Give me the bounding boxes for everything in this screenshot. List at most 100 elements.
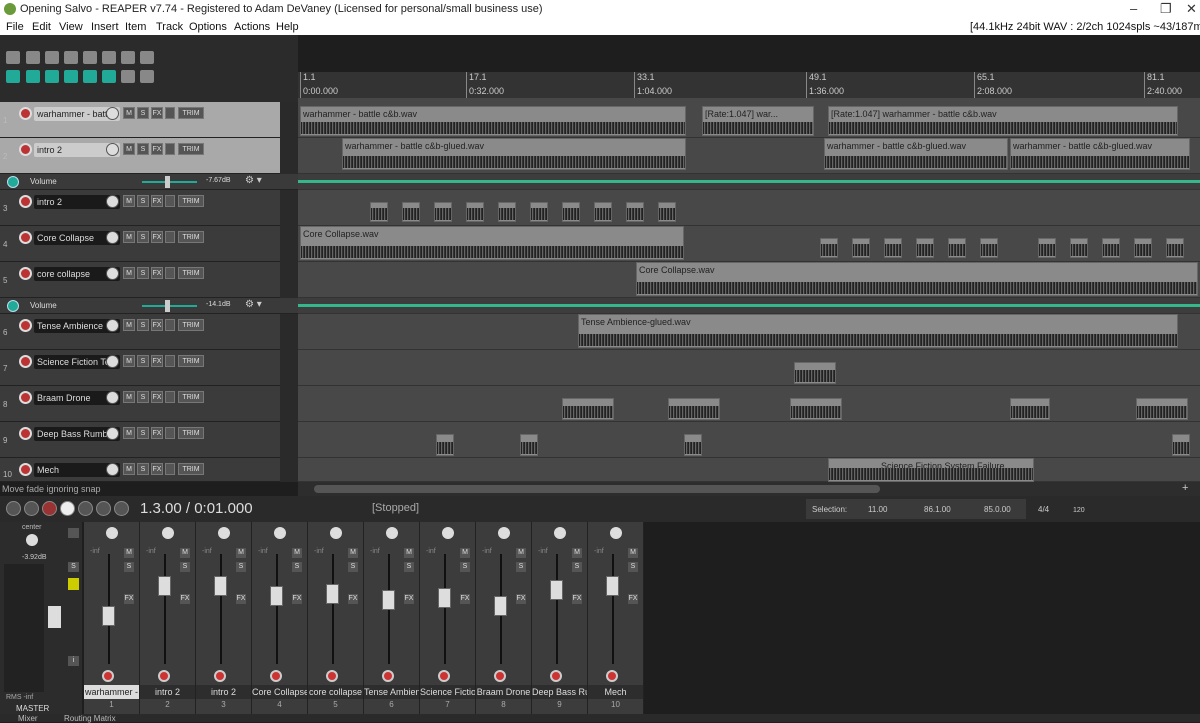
master-pan-knob[interactable] xyxy=(26,534,38,546)
media-item[interactable] xyxy=(916,238,934,258)
mute-button[interactable]: M xyxy=(460,548,470,558)
media-item[interactable] xyxy=(520,434,538,456)
new-project-icon[interactable] xyxy=(6,51,20,64)
menu-insert[interactable]: Insert xyxy=(91,21,119,33)
media-item[interactable]: warhammer - battle c&b-glued.wav xyxy=(1010,138,1190,170)
track-lane-10[interactable]: Science Fiction System Failure... xyxy=(298,458,1200,482)
pan-knob[interactable] xyxy=(498,527,510,539)
media-item[interactable] xyxy=(1070,238,1088,258)
fx-button[interactable]: FX xyxy=(572,594,582,604)
fader-handle[interactable] xyxy=(270,586,283,606)
media-item[interactable] xyxy=(1166,238,1184,258)
fader-handle[interactable] xyxy=(494,596,507,616)
open-project-icon[interactable] xyxy=(26,51,40,64)
record-arm-button[interactable] xyxy=(102,670,114,682)
media-item[interactable]: warhammer - battle c&b-glued.wav xyxy=(342,138,686,170)
solo-button[interactable]: S xyxy=(137,319,149,331)
mixer-strip-6[interactable]: -inf M S FX Tense Ambien 6 xyxy=(364,522,420,714)
rewind-icon[interactable] xyxy=(24,501,39,516)
solo-button[interactable]: S xyxy=(137,463,149,475)
mixer-strip-4[interactable]: -inf M S FX Core Collapse 4 xyxy=(252,522,308,714)
media-item[interactable]: Core Collapse.wav xyxy=(636,262,1198,296)
fx-button[interactable]: FX xyxy=(404,594,414,604)
track-header-10[interactable]: 10 Mech M S FX TRIM xyxy=(0,458,280,482)
fx-button[interactable]: FX xyxy=(151,319,163,331)
mute-button[interactable]: M xyxy=(123,427,135,439)
mute-button[interactable]: M xyxy=(123,267,135,279)
timeline-ruler[interactable]: 1.1 0:00.000 17.1 0:32.000 33.1 1:04.000 49… xyxy=(298,72,1200,98)
solo-button[interactable]: S xyxy=(404,562,414,572)
mixer-strip-1[interactable]: -inf M S FX warhammer - 1 xyxy=(84,522,140,714)
track-lane-3[interactable] xyxy=(298,190,1200,226)
media-item[interactable] xyxy=(562,398,614,420)
crossfade-icon[interactable] xyxy=(102,70,116,83)
media-item[interactable] xyxy=(884,238,902,258)
media-item[interactable] xyxy=(434,202,452,222)
volume-knob[interactable] xyxy=(106,463,119,476)
track-lane-5[interactable]: Core Collapse.wav xyxy=(298,262,1200,298)
fx-button[interactable]: FX xyxy=(151,463,163,475)
tempo-value[interactable]: 120 xyxy=(1073,507,1085,514)
media-item[interactable] xyxy=(530,202,548,222)
media-item[interactable] xyxy=(1010,398,1050,420)
fx-button[interactable]: FX xyxy=(460,594,470,604)
fx-button[interactable]: FX xyxy=(151,427,163,439)
solo-button[interactable]: S xyxy=(137,355,149,367)
track-lane-4[interactable]: Core Collapse.wav xyxy=(298,226,1200,262)
pause-button[interactable] xyxy=(114,501,129,516)
fader-handle[interactable] xyxy=(214,576,227,596)
phase-icon[interactable] xyxy=(165,355,175,367)
lock-icon[interactable] xyxy=(121,70,135,83)
volume-knob[interactable] xyxy=(106,195,119,208)
selection-end[interactable]: 86.1.00 xyxy=(924,505,951,514)
trim-button[interactable]: TRIM xyxy=(178,195,204,207)
record-arm-button[interactable] xyxy=(19,319,32,332)
track-lane-7[interactable] xyxy=(298,350,1200,386)
fader-handle[interactable] xyxy=(550,580,563,600)
trim-button[interactable]: TRIM xyxy=(178,463,204,475)
volume-knob[interactable] xyxy=(106,427,119,440)
media-item[interactable]: warhammer - battle c&b-glued.wav xyxy=(824,138,1008,170)
phase-icon[interactable] xyxy=(165,391,175,403)
media-item[interactable] xyxy=(1136,398,1188,420)
track-lane-9[interactable] xyxy=(298,422,1200,458)
repeat-icon[interactable] xyxy=(78,501,93,516)
fader-track[interactable] xyxy=(556,554,558,664)
mute-button[interactable]: M xyxy=(292,548,302,558)
solo-button[interactable]: S xyxy=(137,107,149,119)
volume-envelope-line[interactable] xyxy=(298,180,1200,183)
media-item[interactable] xyxy=(794,362,836,384)
fx-button[interactable]: FX xyxy=(628,594,638,604)
zoom-in-icon[interactable]: + xyxy=(1182,482,1188,494)
solo-button[interactable]: S xyxy=(137,267,149,279)
media-item[interactable] xyxy=(948,238,966,258)
pan-knob[interactable] xyxy=(554,527,566,539)
track-header-3[interactable]: 3 intro 2 M S FX TRIM xyxy=(0,190,280,226)
media-item[interactable] xyxy=(466,202,484,222)
fader-track[interactable] xyxy=(220,554,222,664)
media-item[interactable] xyxy=(820,238,838,258)
solo-button[interactable]: S xyxy=(137,195,149,207)
solo-button[interactable]: S xyxy=(460,562,470,572)
pan-knob[interactable] xyxy=(218,527,230,539)
mute-button[interactable]: M xyxy=(123,463,135,475)
media-item[interactable] xyxy=(668,398,720,420)
save-project-icon[interactable] xyxy=(45,51,59,64)
snap-icon[interactable] xyxy=(26,70,40,83)
pan-knob[interactable] xyxy=(386,527,398,539)
mute-button[interactable]: M xyxy=(348,548,358,558)
track-lane-6[interactable]: Tense Ambience-glued.wav xyxy=(298,314,1200,350)
fader-track[interactable] xyxy=(276,554,278,664)
fader-handle[interactable] xyxy=(438,588,451,608)
trim-button[interactable]: TRIM xyxy=(178,231,204,243)
grouping-icon[interactable] xyxy=(45,70,59,83)
trim-button[interactable]: TRIM xyxy=(178,143,204,155)
stop-button[interactable] xyxy=(96,501,111,516)
fx-button[interactable]: FX xyxy=(124,594,134,604)
mute-button[interactable]: M xyxy=(236,548,246,558)
media-item[interactable]: Tense Ambience-glued.wav xyxy=(578,314,1178,348)
envelope-bypass-icon[interactable] xyxy=(7,300,19,312)
pan-knob[interactable] xyxy=(442,527,454,539)
solo-button[interactable]: S xyxy=(180,562,190,572)
undo-icon[interactable] xyxy=(83,51,97,64)
